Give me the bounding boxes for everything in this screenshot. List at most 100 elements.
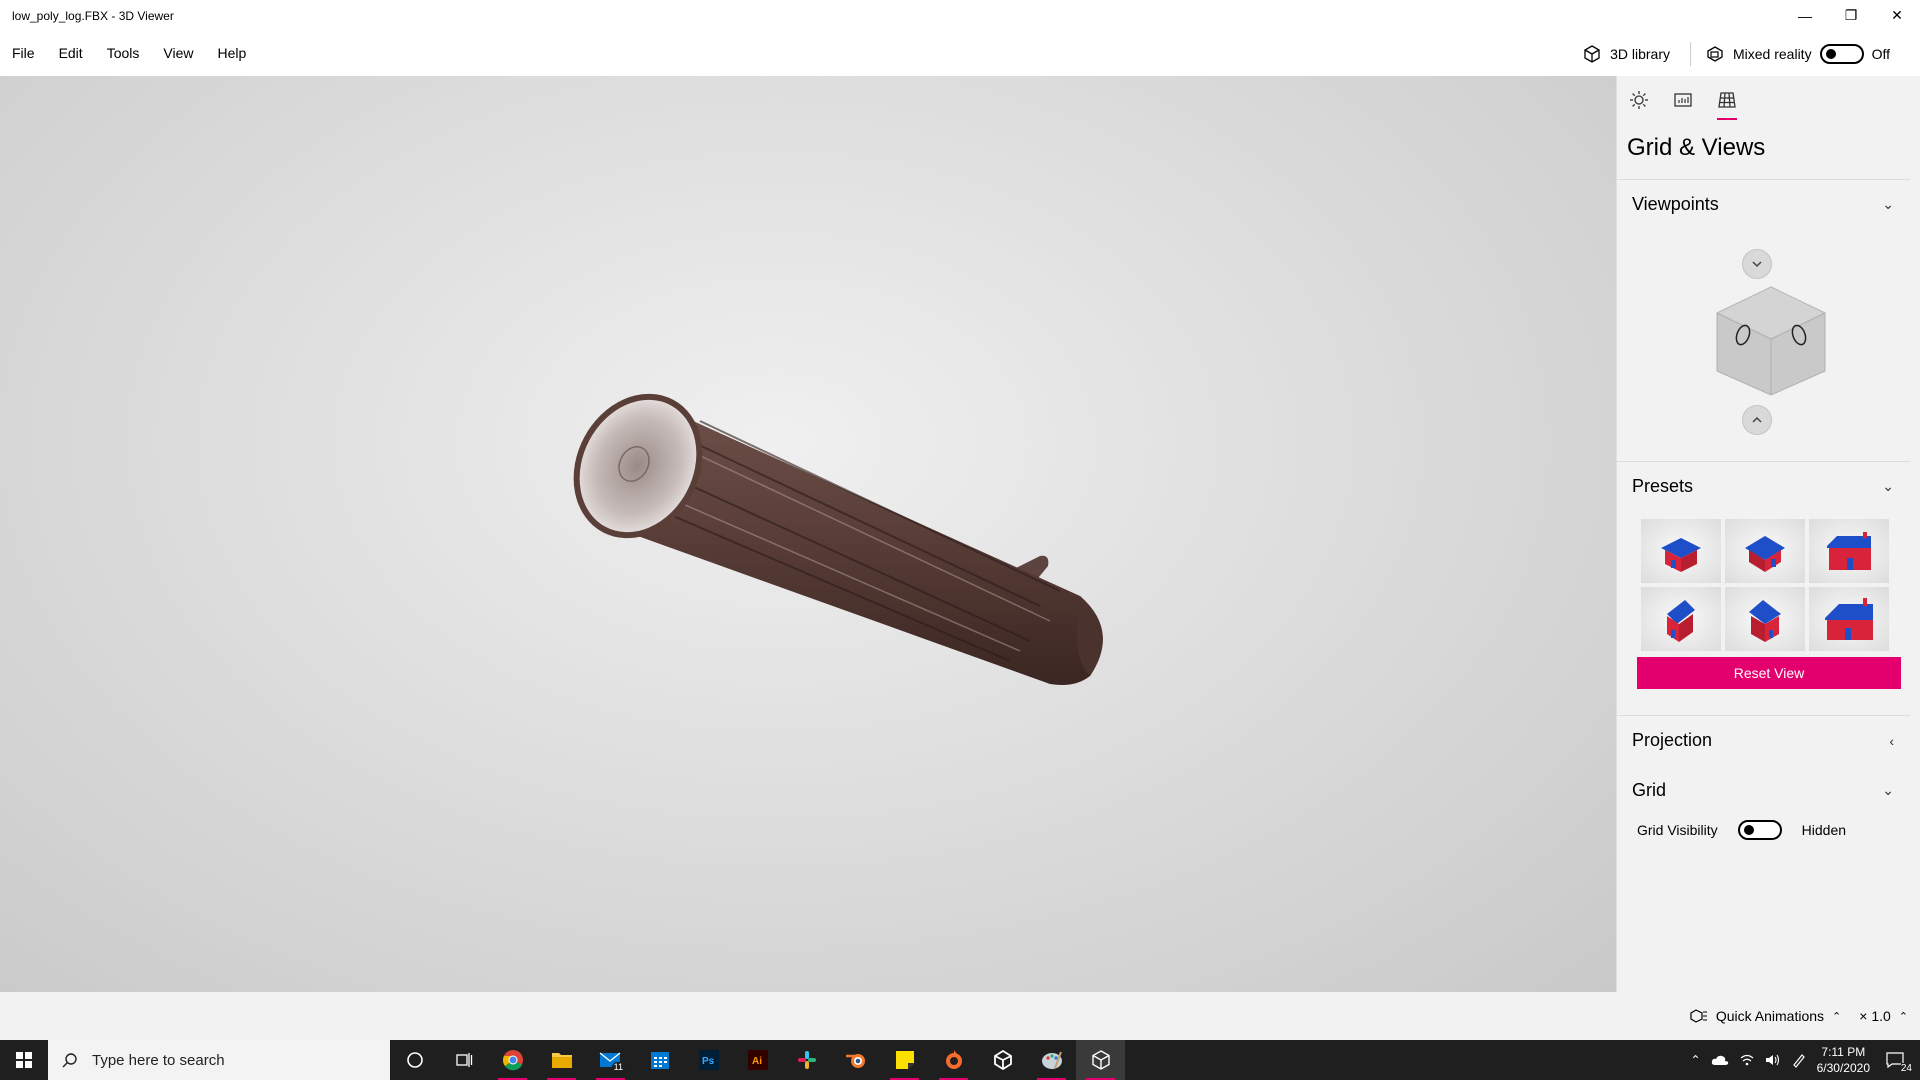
chevron-down-icon: ⌄ — [1882, 781, 1894, 798]
house-icon — [1827, 532, 1871, 570]
chevron-down-icon — [1752, 261, 1762, 268]
grid-label: Grid — [1632, 779, 1667, 800]
wifi-icon[interactable] — [1739, 1053, 1755, 1067]
taskbar-3d-viewer[interactable] — [1076, 1040, 1125, 1080]
reset-view-button[interactable]: Reset View — [1637, 657, 1901, 689]
preset-front[interactable] — [1809, 519, 1889, 583]
chevron-up-icon[interactable]: ⌃ — [1691, 1053, 1701, 1067]
blender-icon — [845, 1054, 865, 1068]
search-icon — [62, 1053, 77, 1068]
mail-badge: 11 — [611, 1062, 625, 1072]
quick-animations-button[interactable]: Quick Animations ⌃ — [1690, 1008, 1841, 1024]
taskbar-origin[interactable] — [929, 1040, 978, 1080]
svg-text:Ai: Ai — [752, 1056, 762, 1067]
taskbar-photoshop[interactable]: Ps — [684, 1040, 733, 1080]
3d-library-button[interactable]: 3D library — [1568, 38, 1684, 70]
3d-viewport[interactable] — [0, 76, 1616, 992]
task-view-button[interactable] — [439, 1040, 488, 1080]
projection-header[interactable]: Projection ‹ — [1617, 715, 1910, 765]
cortana-icon — [406, 1052, 423, 1068]
menu-view[interactable]: View — [151, 31, 205, 76]
taskbar-paint[interactable] — [1027, 1040, 1076, 1080]
taskbar-slack[interactable] — [782, 1040, 831, 1080]
menu-file[interactable]: File — [0, 31, 47, 76]
unity-icon — [993, 1050, 1012, 1070]
volume-icon[interactable] — [1765, 1053, 1781, 1067]
notifications-button[interactable]: 24 — [1880, 1048, 1912, 1074]
house-icon — [1745, 536, 1785, 572]
preset-front-left[interactable] — [1641, 519, 1721, 583]
viewpoints-header[interactable]: Viewpoints ⌄ — [1617, 179, 1910, 229]
animation-icon — [1690, 1009, 1707, 1023]
speed-label: × 1.0 — [1859, 1008, 1891, 1024]
tab-grid-views[interactable] — [1715, 90, 1739, 120]
cortana-button[interactable] — [390, 1040, 439, 1080]
speed-button[interactable]: × 1.0 ⌃ — [1859, 1008, 1908, 1024]
taskbar-sticky-notes[interactable] — [880, 1040, 929, 1080]
menu-bar: File Edit Tools View Help 3D library Mix… — [0, 31, 1920, 76]
search-placeholder: Type here to search — [92, 1051, 225, 1069]
stats-icon — [1674, 93, 1692, 107]
presets-header[interactable]: Presets ⌄ — [1617, 461, 1910, 511]
house-icon — [1661, 538, 1701, 572]
tab-lighting[interactable] — [1627, 90, 1651, 120]
preset-side-left[interactable] — [1641, 587, 1721, 651]
presets-grid — [1617, 511, 1920, 651]
menu-edit[interactable]: Edit — [47, 31, 95, 76]
preset-top[interactable] — [1809, 587, 1889, 651]
rotate-up-button[interactable] — [1742, 405, 1772, 435]
slack-icon — [797, 1051, 816, 1069]
grid-visibility-row: Grid Visibility Hidden — [1617, 815, 1920, 845]
taskbar-chrome[interactable] — [488, 1040, 537, 1080]
chevron-up-icon: ⌃ — [1898, 1010, 1908, 1023]
taskbar-calendar[interactable] — [635, 1040, 684, 1080]
taskbar-file-explorer[interactable] — [537, 1040, 586, 1080]
3d-library-label: 3D library — [1610, 45, 1670, 62]
grid-header[interactable]: Grid ⌄ — [1617, 765, 1910, 815]
taskbar-mail[interactable]: 11 — [586, 1040, 635, 1080]
minimize-button[interactable]: — — [1782, 0, 1828, 31]
taskbar-unity[interactable] — [978, 1040, 1027, 1080]
mixed-reality-control: Mixed reality Off — [1697, 43, 1890, 64]
chevron-down-icon: ⌄ — [1882, 478, 1894, 494]
rotate-down-button[interactable] — [1742, 249, 1772, 279]
taskbar-illustrator[interactable]: Ai — [733, 1040, 782, 1080]
menu-help[interactable]: Help — [205, 31, 258, 76]
taskbar-blender[interactable] — [831, 1040, 880, 1080]
viewpoints-label: Viewpoints — [1632, 194, 1719, 214]
viewpoint-cube[interactable] — [1713, 283, 1829, 399]
start-button[interactable] — [0, 1040, 48, 1080]
viewpoint-cube-area — [1617, 229, 1920, 461]
svg-text:Ps: Ps — [702, 1056, 715, 1067]
log-model[interactable] — [560, 376, 1130, 686]
grid-visibility-toggle[interactable] — [1737, 820, 1782, 840]
grid-visibility-state: Hidden — [1801, 822, 1847, 838]
projection-label: Projection — [1632, 730, 1713, 750]
quick-animations-label: Quick Animations — [1715, 1008, 1825, 1024]
taskbar: Type here to search 11 Ps Ai ⌃ 7:11 PM 6… — [0, 1040, 1920, 1080]
task-view-icon — [455, 1053, 472, 1067]
preset-front-right[interactable] — [1725, 519, 1805, 583]
preset-side-right[interactable] — [1725, 587, 1805, 651]
menu-tools[interactable]: Tools — [95, 31, 152, 76]
divider — [1689, 41, 1691, 66]
pen-icon[interactable] — [1791, 1052, 1807, 1068]
restore-button[interactable]: ❐ — [1828, 0, 1874, 31]
onedrive-icon[interactable] — [1711, 1054, 1729, 1066]
status-bar: Quick Animations ⌃ × 1.0 ⌃ — [0, 992, 1920, 1040]
clock[interactable]: 7:11 PM 6/30/2020 — [1817, 1044, 1870, 1076]
illustrator-icon: Ai — [747, 1050, 768, 1070]
palette-icon — [1041, 1051, 1062, 1069]
close-button[interactable]: ✕ — [1874, 0, 1920, 31]
mixed-reality-label: Mixed reality — [1732, 45, 1812, 62]
house-icon — [1825, 598, 1873, 640]
panel-tabs — [1617, 76, 1920, 124]
tab-stats[interactable] — [1671, 90, 1695, 120]
chevron-down-icon: ⌄ — [1882, 196, 1894, 212]
clock-time: 7:11 PM — [1821, 1045, 1866, 1059]
mixed-reality-toggle[interactable] — [1819, 43, 1864, 64]
grid-icon — [1718, 92, 1736, 108]
grid-views-panel: Grid & Views Viewpoints ⌄ Presets ⌄ Rese… — [1616, 76, 1920, 992]
taskbar-search[interactable]: Type here to search — [48, 1040, 390, 1080]
window-title: low_poly_log.FBX - 3D Viewer — [12, 8, 174, 23]
